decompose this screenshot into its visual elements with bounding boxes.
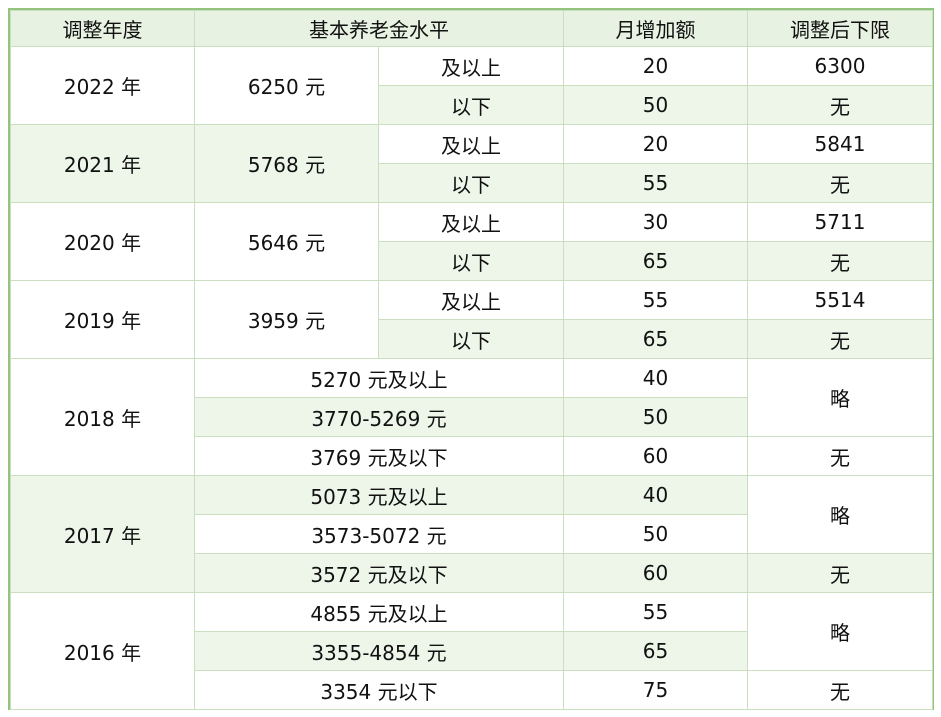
increase-cell: 60 xyxy=(563,436,748,476)
level-cell: 5768 元 xyxy=(194,124,379,203)
level-cell: 5646 元 xyxy=(194,202,379,281)
range-cell: 及以上 xyxy=(378,280,564,320)
table-row: 2022 年 6250 元 及以上 20 6300 xyxy=(10,46,933,125)
floor-cell: 6300 xyxy=(747,46,933,86)
level-cell: 5073 元及以上 xyxy=(194,475,564,515)
range-cell: 及以上 xyxy=(378,202,564,242)
increase-cell: 50 xyxy=(563,397,748,437)
range-cell: 以下 xyxy=(378,319,564,359)
level-cell: 6250 元 xyxy=(194,46,379,125)
level-cell: 3355-4854 元 xyxy=(194,631,564,671)
level-cell: 3573-5072 元 xyxy=(194,514,564,554)
year-cell: 2020 年 xyxy=(10,202,195,281)
floor-cell: 无 xyxy=(747,85,933,125)
increase-cell: 40 xyxy=(563,358,748,398)
increase-cell: 65 xyxy=(563,631,748,671)
floor-cell: 无 xyxy=(747,319,933,359)
floor-cell: 略 xyxy=(747,592,933,671)
level-cell: 3959 元 xyxy=(194,280,379,359)
level-cell: 5270 元及以上 xyxy=(194,358,564,398)
header-row: 调整年度 基本养老金水平 月增加额 调整后下限 xyxy=(10,10,933,47)
increase-cell: 40 xyxy=(563,475,748,515)
floor-cell: 无 xyxy=(747,163,933,203)
range-cell: 以下 xyxy=(378,241,564,281)
range-cell: 及以上 xyxy=(378,46,564,86)
header-level: 基本养老金水平 xyxy=(194,10,564,47)
increase-cell: 50 xyxy=(563,85,748,125)
level-cell: 3572 元及以下 xyxy=(194,553,564,593)
range-cell: 以下 xyxy=(378,85,564,125)
level-cell: 3354 元以下 xyxy=(194,670,564,710)
floor-cell: 无 xyxy=(747,553,933,593)
floor-cell: 无 xyxy=(747,436,933,476)
floor-cell: 5841 xyxy=(747,124,933,164)
increase-cell: 75 xyxy=(563,670,748,710)
header-increase: 月增加额 xyxy=(563,10,748,47)
year-cell: 2018 年 xyxy=(10,358,195,476)
year-cell: 2021 年 xyxy=(10,124,195,203)
floor-cell: 5514 xyxy=(747,280,933,320)
table-row: 2018 年 5270 元及以上 40 略 xyxy=(10,358,933,476)
table-row: 2020 年 5646 元 及以上 30 5711 xyxy=(10,202,933,281)
floor-cell: 无 xyxy=(747,241,933,281)
year-cell: 2019 年 xyxy=(10,280,195,359)
increase-cell: 55 xyxy=(563,163,748,203)
table-row: 2017 年 5073 元及以上 40 略 xyxy=(10,475,933,593)
table-row: 2019 年 3959 元 及以上 55 5514 xyxy=(10,280,933,359)
header-year: 调整年度 xyxy=(10,10,195,47)
header-floor: 调整后下限 xyxy=(747,10,933,47)
level-cell: 3770-5269 元 xyxy=(194,397,564,437)
floor-cell: 略 xyxy=(747,475,933,554)
increase-cell: 60 xyxy=(563,553,748,593)
increase-cell: 55 xyxy=(563,592,748,632)
increase-cell: 55 xyxy=(563,280,748,320)
increase-cell: 65 xyxy=(563,319,748,359)
floor-cell: 略 xyxy=(747,358,933,437)
table-row: 2021 年 5768 元 及以上 20 5841 xyxy=(10,124,933,203)
increase-cell: 50 xyxy=(563,514,748,554)
increase-cell: 20 xyxy=(563,46,748,86)
increase-cell: 30 xyxy=(563,202,748,242)
year-cell: 2017 年 xyxy=(10,475,195,593)
year-cell: 2016 年 xyxy=(10,592,195,710)
year-cell: 2022 年 xyxy=(10,46,195,125)
increase-cell: 20 xyxy=(563,124,748,164)
range-cell: 及以上 xyxy=(378,124,564,164)
increase-cell: 65 xyxy=(563,241,748,281)
floor-cell: 无 xyxy=(747,670,933,710)
pension-adjustment-table: 调整年度 基本养老金水平 月增加额 调整后下限 2022 年 6250 元 及以… xyxy=(10,10,933,710)
range-cell: 以下 xyxy=(378,163,564,203)
level-cell: 4855 元及以上 xyxy=(194,592,564,632)
level-cell: 3769 元及以下 xyxy=(194,436,564,476)
floor-cell: 5711 xyxy=(747,202,933,242)
table-row: 2016 年 4855 元及以上 55 略 xyxy=(10,592,933,710)
